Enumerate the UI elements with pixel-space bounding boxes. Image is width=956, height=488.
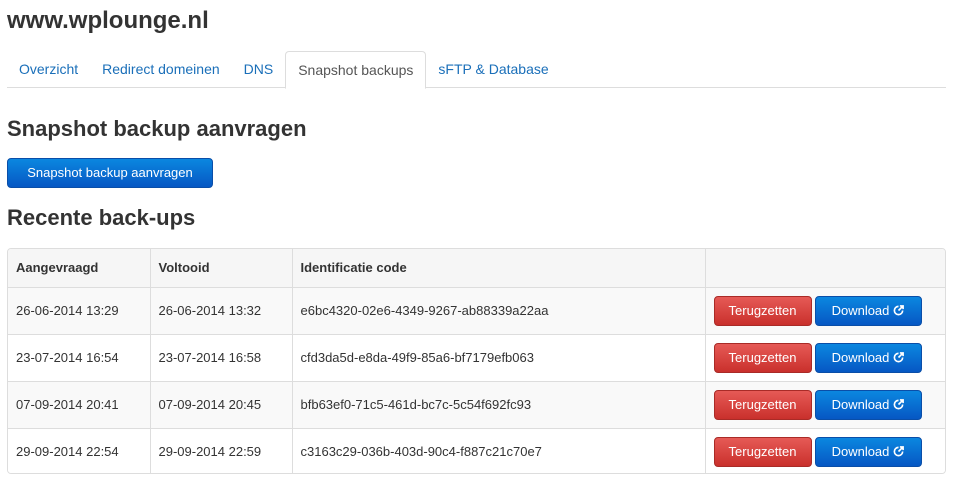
recent-backups-heading: Recente back-ups (7, 205, 196, 230)
code-cell: c3163c29-036b-403d-90c4-f887c21c70e7 (292, 427, 706, 473)
request-snapshot-button[interactable]: Snapshot backup aanvragen (7, 158, 213, 188)
tab-sftp-database[interactable]: sFTP & Database (426, 51, 560, 88)
requested-cell: 23-07-2014 16:54 (8, 333, 151, 381)
table-row: 23-07-2014 16:54 23-07-2014 16:58 cfd3da… (8, 333, 945, 381)
actions-cell: Terugzetten Download (705, 380, 945, 428)
requested-cell: 26-06-2014 13:29 (8, 286, 151, 334)
request-heading: Snapshot backup aanvragen (7, 116, 307, 141)
external-link-icon (893, 304, 905, 315)
download-button[interactable]: Download (814, 436, 922, 467)
completed-cell: 29-09-2014 22:59 (150, 427, 293, 473)
column-header-actions (705, 249, 945, 287)
requested-cell: 29-09-2014 22:54 (8, 427, 151, 473)
tab-redirect-domeinen[interactable]: Redirect domeinen (90, 51, 232, 88)
table-header-row: Aangevraagd Voltooid Identificatie code (8, 249, 945, 287)
table-row: 26-06-2014 13:29 26-06-2014 13:32 e6bc43… (8, 286, 945, 334)
download-button[interactable]: Download (814, 342, 922, 373)
column-header-code: Identificatie code (292, 249, 706, 287)
completed-cell: 26-06-2014 13:32 (150, 286, 293, 334)
download-label: Download (831, 302, 890, 318)
download-button[interactable]: Download (814, 389, 922, 420)
external-link-icon (893, 351, 905, 362)
actions-cell: Terugzetten Download (705, 286, 945, 334)
code-cell: cfd3da5d-e8da-49f9-85a6-bf7179efb063 (292, 333, 706, 381)
requested-cell: 07-09-2014 20:41 (8, 380, 151, 428)
completed-cell: 23-07-2014 16:58 (150, 333, 293, 381)
table-row: 07-09-2014 20:41 07-09-2014 20:45 bfb63e… (8, 380, 945, 428)
site-title: www.wplounge.nl (7, 7, 209, 34)
code-cell: bfb63ef0-71c5-461d-bc7c-5c54f692fc93 (292, 380, 706, 428)
column-header-requested: Aangevraagd (8, 249, 151, 287)
restore-button[interactable]: Terugzetten (713, 295, 812, 326)
download-label: Download (831, 396, 890, 412)
backups-table: Aangevraagd Voltooid Identificatie code … (7, 248, 946, 474)
tab-dns[interactable]: DNS (232, 51, 286, 88)
actions-cell: Terugzetten Download (705, 333, 945, 381)
actions-cell: Terugzetten Download (705, 427, 945, 473)
download-label: Download (831, 349, 890, 365)
code-cell: e6bc4320-02e6-4349-9267-ab88339a22aa (292, 286, 706, 334)
external-link-icon (893, 398, 905, 409)
tab-snapshot-backups[interactable]: Snapshot backups (285, 51, 427, 89)
restore-button[interactable]: Terugzetten (713, 342, 812, 373)
table-row: 29-09-2014 22:54 29-09-2014 22:59 c3163c… (8, 427, 945, 473)
download-label: Download (831, 443, 890, 459)
download-button[interactable]: Download (814, 295, 922, 326)
completed-cell: 07-09-2014 20:45 (150, 380, 293, 428)
external-link-icon (893, 445, 905, 457)
restore-button[interactable]: Terugzetten (713, 389, 812, 420)
tab-overzicht[interactable]: Overzicht (7, 51, 90, 88)
restore-button[interactable]: Terugzetten (713, 436, 812, 467)
column-header-completed: Voltooid (150, 249, 293, 287)
tab-bar: Overzicht Redirect domeinen DNS Snapshot… (7, 51, 946, 89)
